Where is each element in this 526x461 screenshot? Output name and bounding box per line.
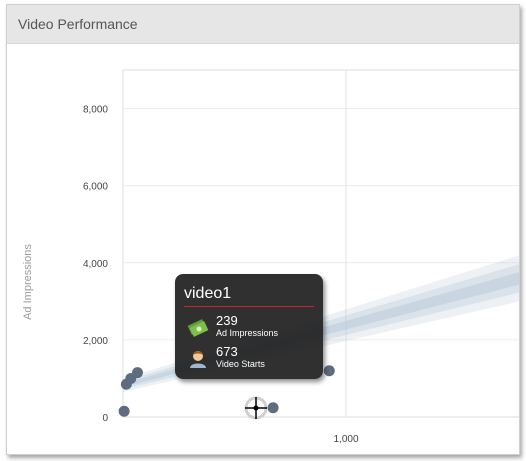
tooltip-divider bbox=[184, 306, 314, 307]
tooltip-title: video1 bbox=[184, 285, 232, 302]
y-tick-label: 8,000 bbox=[83, 105, 108, 116]
tooltip-row-video-starts: 673 Video Starts bbox=[187, 344, 317, 373]
tooltip-video-starts-label: Video Starts bbox=[216, 359, 265, 369]
person-icon bbox=[190, 351, 206, 368]
tooltip-ad-impressions-label: Ad Impressions bbox=[216, 328, 279, 338]
y-tick-label: 2,000 bbox=[83, 336, 108, 347]
panel-title: Video Performance bbox=[18, 16, 138, 32]
data-point[interactable] bbox=[267, 402, 279, 414]
y-tick-label: 6,000 bbox=[83, 182, 108, 193]
tooltip-row-ad-impressions: 239 Ad Impressions bbox=[187, 313, 317, 342]
point-tooltip: video1 239 Ad Impressions 673 Video Star… bbox=[175, 274, 323, 379]
y-tick-label: 4,000 bbox=[83, 259, 108, 270]
scatter-chart[interactable]: 0 2,000 4,000 6,000 8,000 1,000 Ad Impression… bbox=[7, 44, 519, 454]
money-icon bbox=[187, 319, 209, 337]
data-point[interactable] bbox=[131, 367, 143, 379]
data-point[interactable] bbox=[118, 405, 130, 417]
data-point[interactable] bbox=[323, 365, 335, 377]
video-performance-panel: Video Performance 0 2,000 4,000 6,000 8,000 1… bbox=[6, 4, 520, 455]
tooltip-video-starts-value: 673 bbox=[216, 344, 238, 359]
crosshair-cursor-icon bbox=[244, 396, 268, 420]
y-axis-label: Ad Impressions bbox=[22, 244, 34, 320]
x-tick-label: 1,000 bbox=[333, 434, 358, 445]
panel-header: Video Performance bbox=[7, 5, 519, 44]
y-tick-label: 0 bbox=[102, 413, 108, 424]
tooltip-ad-impressions-value: 239 bbox=[216, 313, 238, 328]
